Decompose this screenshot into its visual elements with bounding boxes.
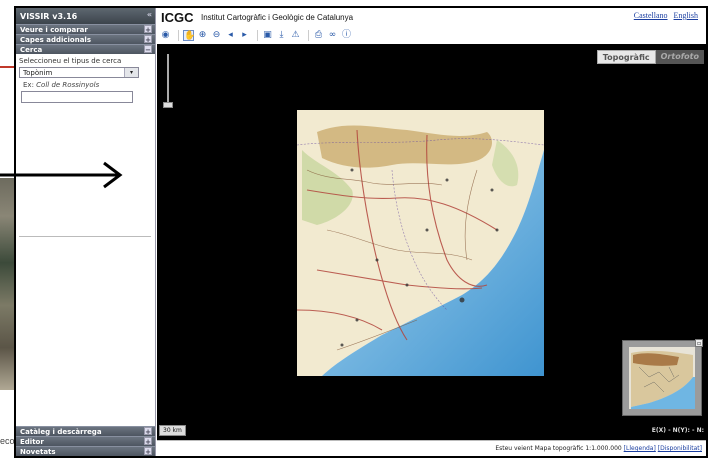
status-message: Esteu veient Mapa topogràfic 1:1.000.000	[495, 445, 622, 452]
basemap-ortofoto-button[interactable]: Ortofoto	[655, 50, 704, 64]
download-icon[interactable]: ⤓	[276, 30, 287, 41]
topographic-map-image	[297, 110, 544, 376]
pan-hand-icon[interactable]: ✋	[183, 29, 195, 41]
language-links: Castellano English	[630, 11, 698, 20]
accordion-novetats[interactable]: Novetats +	[16, 446, 155, 456]
toolbar-separator	[257, 29, 258, 41]
header: ICGC Institut Cartogràfic i Geològic de …	[157, 8, 706, 26]
lang-castellano-link[interactable]: Castellano	[634, 11, 668, 20]
scale-bar: 30 km	[159, 425, 186, 436]
accordion-label: Capes addicionals	[20, 36, 91, 44]
save-icon[interactable]: ▣	[262, 30, 273, 41]
search-example: Ex: Coll de Rossinyols	[23, 81, 152, 89]
expand-icon[interactable]: +	[144, 427, 152, 436]
search-input[interactable]	[21, 91, 133, 103]
toolbar-separator	[308, 29, 309, 41]
overview-drawing	[629, 347, 695, 409]
app-title: VISSIR v3.16	[20, 12, 78, 21]
help-icon[interactable]: ⓘ	[341, 30, 352, 41]
accordion-label: Editor	[20, 438, 44, 446]
search-section: Seleccioneu el tipus de cerca Topònim ▾ …	[16, 54, 155, 214]
icgc-logo[interactable]: ICGC	[161, 10, 194, 25]
annotation-arrow-icon	[0, 161, 123, 189]
accordion-label: Catàleg i descàrrega	[20, 428, 102, 436]
accordion-veure-comparar[interactable]: Veure i comparar +	[16, 24, 155, 34]
previous-icon[interactable]: ◂	[225, 30, 236, 41]
availability-link[interactable]: [Disponibilitat]	[658, 445, 702, 452]
legend-link[interactable]: [Llegenda]	[624, 445, 656, 452]
map-drawing	[297, 110, 544, 376]
overview-map-image	[629, 347, 695, 409]
print-icon[interactable]: ⎙	[313, 30, 324, 41]
search-type-value: Topònim	[23, 69, 53, 77]
accordion-cataleg[interactable]: Catàleg i descàrrega +	[16, 426, 155, 436]
toolbar-separator	[178, 29, 179, 41]
link-icon[interactable]: ∞	[327, 30, 338, 41]
globe-icon[interactable]: ◉	[160, 30, 171, 41]
accordion-editor[interactable]: Editor +	[16, 436, 155, 446]
status-text: Esteu veient Mapa topogràfic 1:1.000.000…	[495, 445, 702, 452]
accordion-label: Novetats	[20, 448, 56, 456]
bottom-accordions: Catàleg i descàrrega + Editor + Novetats…	[16, 426, 155, 456]
accordion-label: Cerca	[20, 46, 43, 54]
background-edge-text: eco	[0, 436, 15, 446]
basemap-switcher: Topogràfic Ortofoto	[596, 50, 704, 64]
accordion-capes-addicionals[interactable]: Capes addicionals +	[16, 34, 155, 44]
lang-english-link[interactable]: English	[674, 11, 698, 20]
collapse-icon[interactable]: −	[144, 45, 152, 54]
app-window: VISSIR v3.16 « Veure i comparar + Capes …	[14, 6, 708, 458]
zoom-in-icon[interactable]: ⊕	[197, 30, 208, 41]
side-panel: VISSIR v3.16 « Veure i comparar + Capes …	[16, 8, 156, 456]
zoom-slider-track[interactable]	[167, 54, 169, 104]
coordinates-readout: E(X) - N(Y): - N:	[651, 427, 704, 434]
search-type-label: Seleccioneu el tipus de cerca	[19, 57, 122, 65]
map-view[interactable]: Topogràfic Ortofoto ▫ 30 km E(X) - N(Y):…	[157, 44, 706, 440]
panel-title: VISSIR v3.16 «	[16, 8, 155, 24]
overview-map[interactable]: ▫	[622, 339, 703, 416]
basemap-topografic-button[interactable]: Topogràfic	[596, 50, 656, 64]
organization-name: Institut Cartogràfic i Geològic de Catal…	[201, 13, 354, 22]
expand-icon[interactable]: +	[144, 447, 152, 456]
collapse-panel-button[interactable]: «	[147, 10, 152, 19]
zoom-out-icon[interactable]: ⊖	[211, 30, 222, 41]
expand-icon[interactable]: +	[144, 35, 152, 44]
overview-toggle-icon[interactable]: ▫	[695, 339, 703, 347]
map-toolbar: ◉ ✋ ⊕ ⊖ ◂ ▸ ▣ ⤓ ⚠ ⎙ ∞ ⓘ	[157, 26, 706, 44]
zoom-slider-handle[interactable]	[163, 102, 173, 108]
search-type-select[interactable]: Topònim ▾	[19, 67, 139, 78]
chevron-down-icon[interactable]: ▾	[124, 68, 138, 77]
next-icon[interactable]: ▸	[239, 30, 250, 41]
panel-divider	[19, 236, 151, 237]
status-bar: Esteu veient Mapa topogràfic 1:1.000.000…	[157, 440, 706, 456]
warning-icon[interactable]: ⚠	[290, 30, 301, 41]
search-example-prefix: Ex:	[23, 81, 34, 89]
accordion-label: Veure i comparar	[20, 26, 88, 34]
accordion-cerca[interactable]: Cerca −	[16, 44, 155, 54]
expand-icon[interactable]: +	[144, 437, 152, 446]
search-example-value: Coll de Rossinyols	[36, 81, 100, 89]
expand-icon[interactable]: +	[144, 25, 152, 34]
